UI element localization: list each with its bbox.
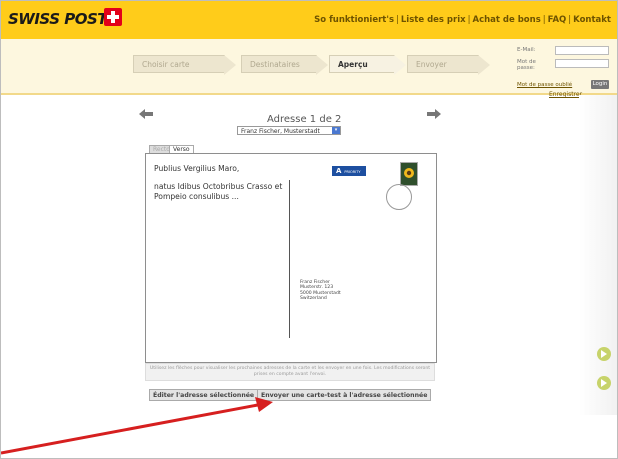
register-link[interactable]: Enregistrer [549, 91, 582, 98]
login-box: E-Mail: Mot de passe: Mot de passe oubli… [517, 45, 613, 93]
login-button[interactable]: Login [591, 80, 609, 89]
chevron-down-icon: ▾ [332, 127, 340, 134]
swiss-post-logo[interactable]: SWISS POST [8, 10, 108, 28]
step-preview[interactable]: Aperçu [329, 55, 406, 75]
email-input[interactable] [555, 46, 609, 55]
step-recipients[interactable]: Destinataires [241, 55, 328, 75]
nav-faq[interactable]: FAQ [548, 15, 567, 25]
send-test-card-button[interactable]: Envoyer une carte-test à l'adresse sélec… [257, 389, 432, 401]
recipient-address: Franz Fischer Musterstr. 123 5000 Muster… [300, 280, 341, 302]
address-counter: Adresse 1 de 2 [267, 114, 342, 125]
edit-address-button[interactable]: Éditer l'adresse sélectionnée [149, 389, 259, 401]
play-icon[interactable] [597, 347, 611, 361]
next-address-arrow-icon[interactable] [427, 109, 441, 119]
step-choose-card[interactable]: Choisir carte [133, 55, 236, 75]
address-select[interactable]: Franz Fischer, Musterstadt ▾ [237, 126, 341, 135]
card-message: Publius Vergilius Maro, natus Idibus Oct… [154, 164, 283, 201]
forgot-password-link[interactable]: Mot de passe oublié [517, 82, 572, 88]
nav-price-list[interactable]: Liste des prix [401, 15, 466, 25]
password-label: Mot de passe: [517, 59, 536, 71]
top-navigation: So funktioniert's | Liste des prix | Achat d… [314, 15, 611, 25]
right-side-panel [579, 95, 617, 415]
a-priority-label: A PRIORITY [332, 166, 366, 176]
nav-how-it-works[interactable]: So funktioniert's [314, 15, 394, 25]
header-bar: SWISS POST So funktioniert's | Liste des p… [1, 1, 617, 39]
step-send[interactable]: Envoyer [407, 55, 490, 75]
postmark-icon [386, 184, 412, 210]
info-text: Utilisez les flèches pour visualiser les… [145, 363, 435, 381]
swiss-cross-icon [104, 8, 122, 26]
step-bar: Choisir carte Destinataires Aperçu Envoy… [1, 39, 617, 95]
sunflower-stamp-icon [400, 162, 418, 186]
postcard-back-preview: Publius Vergilius Maro, natus Idibus Oct… [145, 153, 437, 363]
nav-contact[interactable]: Kontakt [573, 15, 611, 25]
card-divider [289, 180, 290, 338]
browser-frame: SWISS POST So funktioniert's | Liste des p… [0, 0, 618, 459]
previous-address-arrow-icon[interactable] [139, 109, 153, 119]
password-input[interactable] [555, 59, 609, 68]
forward-icon[interactable] [597, 376, 611, 390]
nav-buy-vouchers[interactable]: Achat de bons [472, 15, 540, 25]
email-label: E-Mail: [517, 47, 536, 53]
